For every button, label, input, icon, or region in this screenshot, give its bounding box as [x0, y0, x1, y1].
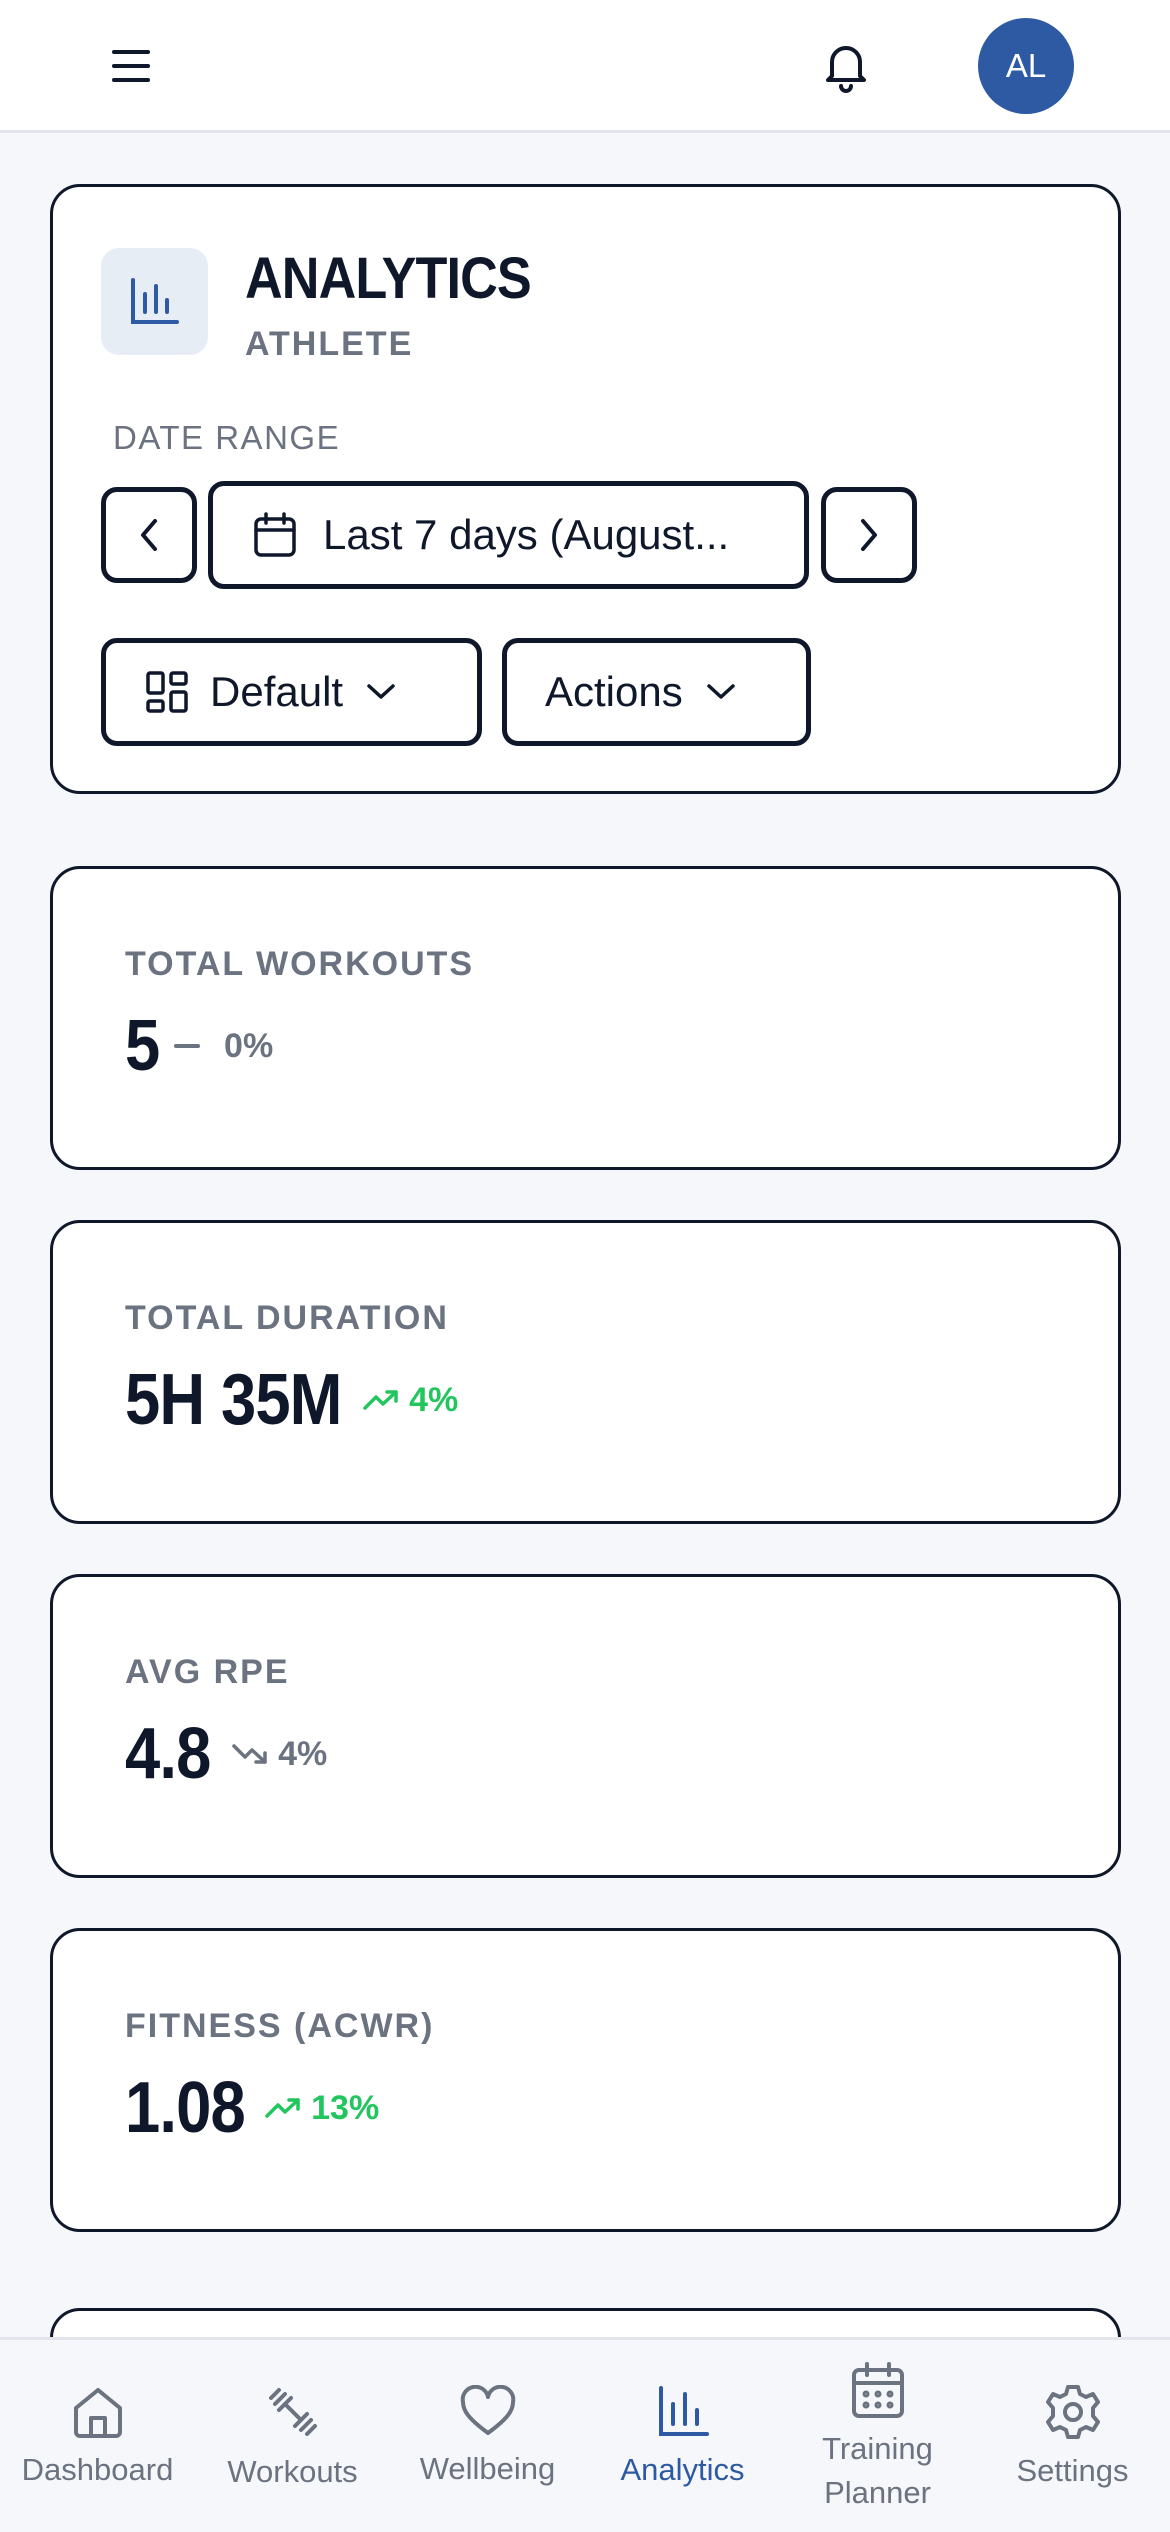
trend-down-icon	[232, 1744, 267, 1764]
stat-change-value: 13%	[311, 2088, 380, 2127]
stat-change: 4%	[232, 1735, 327, 1774]
stat-card-avg-rpe: AVG RPE 4.8 4%	[50, 1574, 1121, 1878]
stat-label: TOTAL DURATION	[125, 1299, 449, 1337]
bar-chart-icon	[658, 2385, 709, 2436]
stat-change: 4%	[363, 1381, 458, 1420]
dumbbell-icon	[268, 2387, 317, 2436]
bottom-navigation: Dashboard Workouts Wellbeing Analytics T…	[0, 2337, 1170, 2532]
chevron-down-icon	[706, 684, 735, 699]
nav-label: Analytics	[620, 2451, 745, 2487]
nav-item-dashboard[interactable]: Dashboard	[0, 2340, 195, 2532]
stat-card-fitness-acwr: FITNESS (ACWR) 1.08 13%	[50, 1928, 1121, 2232]
calendar-icon	[851, 2361, 904, 2418]
nav-item-wellbeing[interactable]: Wellbeing	[390, 2340, 585, 2532]
nav-label: Dashboard	[21, 2451, 174, 2487]
calendar-icon	[254, 512, 296, 557]
stat-change-value: 0%	[224, 1026, 274, 1065]
nav-label: Settings	[1016, 2452, 1129, 2488]
layout-select-value: Default	[210, 668, 344, 715]
actions-label: Actions	[545, 668, 683, 715]
page-subtitle: ATHLETE	[245, 325, 414, 363]
stat-label: AVG RPE	[125, 1653, 290, 1691]
page-title: ANALYTICS	[245, 246, 532, 311]
stat-change-value: 4%	[278, 1734, 328, 1773]
stat-change: 13%	[265, 2089, 379, 2128]
stat-label: FITNESS (ACWR)	[125, 2007, 435, 2045]
stat-card-total-duration: TOTAL DURATION 5H 35M 4%	[50, 1220, 1121, 1524]
stat-change-value: 4%	[409, 1380, 459, 1419]
avatar[interactable]: AL	[978, 18, 1074, 114]
stat-value: 5	[125, 1006, 160, 1086]
layout-grid-icon	[146, 671, 188, 713]
bar-chart-icon	[101, 248, 208, 355]
minus-icon	[174, 1044, 201, 1048]
nav-item-workouts[interactable]: Workouts	[195, 2340, 390, 2532]
trend-up-icon	[363, 1390, 398, 1410]
stat-label: TOTAL WORKOUTS	[125, 945, 475, 983]
nav-item-analytics[interactable]: Analytics	[585, 2340, 780, 2532]
chevron-down-icon	[367, 684, 395, 699]
chevron-right-icon	[861, 519, 877, 551]
nav-label: Workouts	[227, 2453, 358, 2489]
heart-icon	[460, 2384, 515, 2435]
bell-icon[interactable]	[820, 38, 872, 94]
date-range-value: Last 7 days (August...	[323, 511, 730, 558]
nav-label: Wellbeing	[419, 2450, 556, 2486]
analytics-header-card: ANALYTICS ATHLETE DATE RANGE Last 7 days…	[50, 184, 1121, 794]
nav-item-settings[interactable]: Settings	[975, 2340, 1170, 2532]
top-bar: AL	[0, 0, 1170, 133]
date-range-label: DATE RANGE	[113, 419, 341, 456]
gear-icon	[1045, 2384, 1100, 2439]
next-range-button[interactable]	[821, 487, 917, 583]
home-icon	[73, 2387, 122, 2438]
stat-value: 1.08	[125, 2068, 246, 2148]
previous-range-button[interactable]	[101, 487, 197, 583]
stat-value: 4.8	[125, 1714, 211, 1794]
stat-value: 5H 35M	[125, 1360, 342, 1440]
stat-change: 0%	[174, 1027, 273, 1066]
trend-up-icon	[265, 2098, 300, 2118]
date-range-button[interactable]: Last 7 days (August...	[208, 481, 809, 589]
nav-item-training-planner[interactable]: Training Planner	[780, 2340, 975, 2532]
menu-icon[interactable]	[108, 44, 156, 88]
stat-card-total-workouts: TOTAL WORKOUTS 5 0%	[50, 866, 1121, 1170]
nav-label: Training Planner	[822, 2430, 933, 2510]
actions-menu-button[interactable]: Actions	[502, 638, 811, 746]
chevron-left-icon	[141, 519, 157, 551]
layout-select[interactable]: Default	[101, 638, 482, 746]
